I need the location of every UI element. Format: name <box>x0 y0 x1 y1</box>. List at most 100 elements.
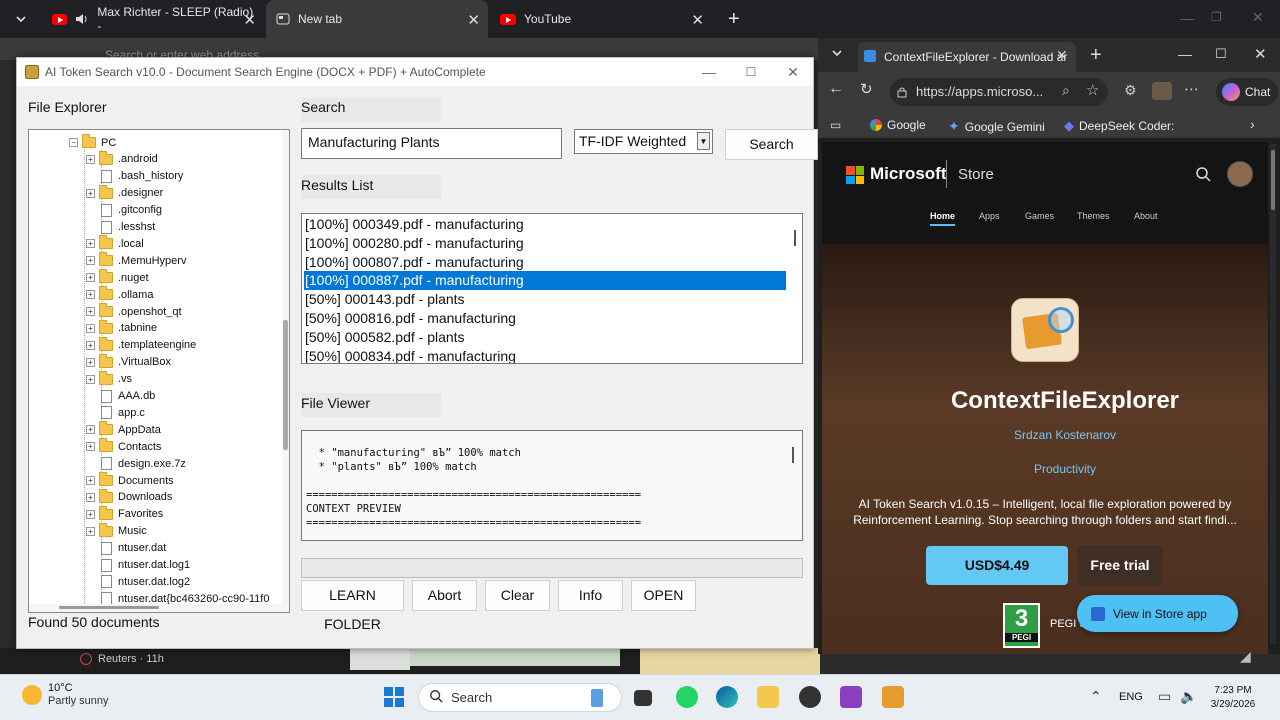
result-item[interactable]: [100%] 000807.pdf - manufacturing <box>304 253 786 272</box>
edge-scroll-thumb[interactable] <box>1271 150 1275 210</box>
store-nav-apps[interactable]: Apps <box>979 211 1000 221</box>
file-tree[interactable]: − PC + .android .bash_history + .designer .gitc… <box>28 129 290 613</box>
expand-icon[interactable]: + <box>86 188 95 198</box>
tree-item[interactable]: + Music <box>86 522 147 540</box>
tree-item[interactable]: + .designer <box>86 184 163 202</box>
minimize-icon[interactable]: — <box>1180 10 1194 26</box>
news-source[interactable]: Reuters · 11h <box>80 649 340 669</box>
maximize-icon[interactable]: ☐ <box>741 62 761 82</box>
maximize-icon[interactable]: ❐ <box>1211 10 1222 24</box>
open-button[interactable]: OPEN <box>631 580 696 611</box>
url-field[interactable]: https://apps.microso... <box>890 78 1108 106</box>
favorite-gemini[interactable]: ✦ Google Gemini <box>948 118 1045 135</box>
maximize-icon[interactable]: ☐ <box>1215 46 1227 62</box>
tree-item[interactable]: .gitconfig <box>86 202 162 219</box>
view-in-store-button[interactable]: View in Store app <box>1077 595 1238 632</box>
tab-list-button[interactable] <box>4 0 40 38</box>
favorite-star-icon[interactable]: ☆ <box>1086 81 1099 99</box>
result-item[interactable]: [50%] 000816.pdf - manufacturing <box>304 309 786 328</box>
minimize-icon[interactable]: — <box>1178 46 1192 62</box>
expand-icon[interactable]: + <box>86 425 95 435</box>
clock[interactable]: 7:23 PM 3/29/2026 <box>1208 684 1258 712</box>
speaker-icon[interactable] <box>75 13 89 25</box>
dropdown-arrow-icon[interactable]: ▼ <box>697 132 710 150</box>
close-icon[interactable]: ✕ <box>691 11 704 29</box>
close-icon[interactable]: ✕ <box>1056 47 1068 64</box>
result-item[interactable]: [50%] 000143.pdf - plants <box>304 290 786 309</box>
back-arrow-icon[interactable]: ← <box>828 80 844 98</box>
plus-icon[interactable]: + <box>1090 44 1102 67</box>
close-icon[interactable]: ✕ <box>783 62 803 82</box>
edge-icon[interactable] <box>716 686 738 708</box>
expand-icon[interactable]: + <box>86 357 95 367</box>
expand-icon[interactable]: + <box>86 323 95 333</box>
tree-item[interactable]: + .templateengine <box>86 336 196 354</box>
tree-item[interactable]: + .VirtualBox <box>86 353 171 371</box>
more-options-icon[interactable]: ⋯ <box>1184 80 1199 98</box>
task-view-icon[interactable] <box>634 690 652 706</box>
news-thumbnail[interactable] <box>410 648 620 666</box>
expand-icon[interactable]: + <box>86 442 95 452</box>
whatsapp-icon[interactable] <box>676 686 698 708</box>
expand-icon[interactable]: + <box>86 526 95 536</box>
store-nav-about[interactable]: About <box>1134 211 1158 221</box>
expand-icon[interactable]: + <box>86 492 95 502</box>
minimize-icon[interactable]: — <box>699 62 719 82</box>
close-icon[interactable]: ✕ <box>467 11 480 29</box>
tree-item[interactable]: ntuser.dat.log2 <box>86 573 190 590</box>
microsoft-logo-icon[interactable] <box>846 166 864 184</box>
refresh-icon[interactable]: ↻ <box>860 80 873 98</box>
weather-widget[interactable]: 10°C Partly sunny <box>22 682 109 708</box>
tree-item[interactable]: + Downloads <box>86 488 172 506</box>
tree-item[interactable]: + Contacts <box>86 438 161 455</box>
chatgpt-icon[interactable] <box>799 686 821 708</box>
tree-item[interactable]: app.c <box>86 404 145 421</box>
expand-icon[interactable]: + <box>86 154 95 164</box>
result-item[interactable]: [50%] 000834.pdf - manufacturing <box>304 347 786 363</box>
close-icon[interactable]: ✕ <box>243 11 256 29</box>
viewer-scroll-thumb[interactable] <box>792 447 794 463</box>
result-item[interactable]: [100%] 000280.pdf - manufacturing <box>304 234 786 253</box>
store-nav-games[interactable]: Games <box>1025 211 1054 221</box>
edge-vertical-scrollbar[interactable] <box>1270 144 1276 644</box>
chevron-right-icon[interactable]: › <box>1250 116 1255 132</box>
store-nav-themes[interactable]: Themes <box>1077 211 1110 221</box>
tab-max-richter[interactable]: Max Richter - SLEEP (Radio) - ✕ <box>42 0 264 38</box>
search-button[interactable]: Search <box>725 129 818 160</box>
expand-icon[interactable]: + <box>86 476 95 485</box>
ai-token-search-taskbar-icon[interactable] <box>882 686 904 708</box>
tree-item[interactable]: design.exe.7z <box>86 455 186 472</box>
news-thumbnail[interactable] <box>350 648 410 670</box>
close-window-icon[interactable]: ✕ <box>1252 9 1264 26</box>
favorite-google[interactable]: Google <box>870 118 926 132</box>
free-trial-button[interactable]: Free trial <box>1078 546 1162 585</box>
extensions-icon[interactable]: ⚙ <box>1124 82 1137 99</box>
result-item[interactable]: [100%] 000349.pdf - manufacturing <box>304 215 786 234</box>
zoom-icon[interactable]: ⌕ <box>1062 82 1070 99</box>
tab-actions-icon[interactable] <box>830 46 844 63</box>
edge-active-tab[interactable]: ContextFileExplorer - Download ar <box>858 42 1076 72</box>
tree-item[interactable]: + .nuget <box>86 269 149 286</box>
result-item[interactable]: [50%] 000582.pdf - plants <box>304 328 786 347</box>
learn-folder-button[interactable]: LEARN FOLDER <box>301 580 404 632</box>
expand-icon[interactable]: + <box>86 273 95 283</box>
tree-item[interactable]: AAA.db <box>86 388 155 405</box>
tree-item[interactable]: + .ollama <box>86 286 153 303</box>
avatar[interactable] <box>1227 161 1253 187</box>
buy-button[interactable]: USD$4.49 <box>926 546 1068 585</box>
tree-item[interactable]: + Favorites <box>86 505 163 523</box>
expand-icon[interactable]: + <box>86 256 95 266</box>
results-scroll-thumb[interactable] <box>794 230 796 246</box>
language-indicator[interactable]: ENG <box>1119 691 1143 703</box>
tree-hscroll-thumb[interactable] <box>59 606 159 609</box>
network-icon[interactable]: ▭ <box>1158 688 1171 705</box>
expand-icon[interactable]: + <box>86 509 95 519</box>
tree-item[interactable]: − PC <box>69 134 116 151</box>
file-viewer[interactable]: * "manufacturing" вЪ” 100% match * "plan… <box>301 430 803 541</box>
method-select[interactable]: TF-IDF Weighted <box>574 129 713 154</box>
tree-item[interactable]: ntuser.dat <box>86 540 166 557</box>
close-window-icon[interactable]: ✕ <box>1254 45 1267 63</box>
tree-scroll-thumb[interactable] <box>283 320 288 450</box>
info-button[interactable]: Info <box>558 580 623 611</box>
tab-youtube[interactable]: YouTube ✕ <box>490 0 712 38</box>
